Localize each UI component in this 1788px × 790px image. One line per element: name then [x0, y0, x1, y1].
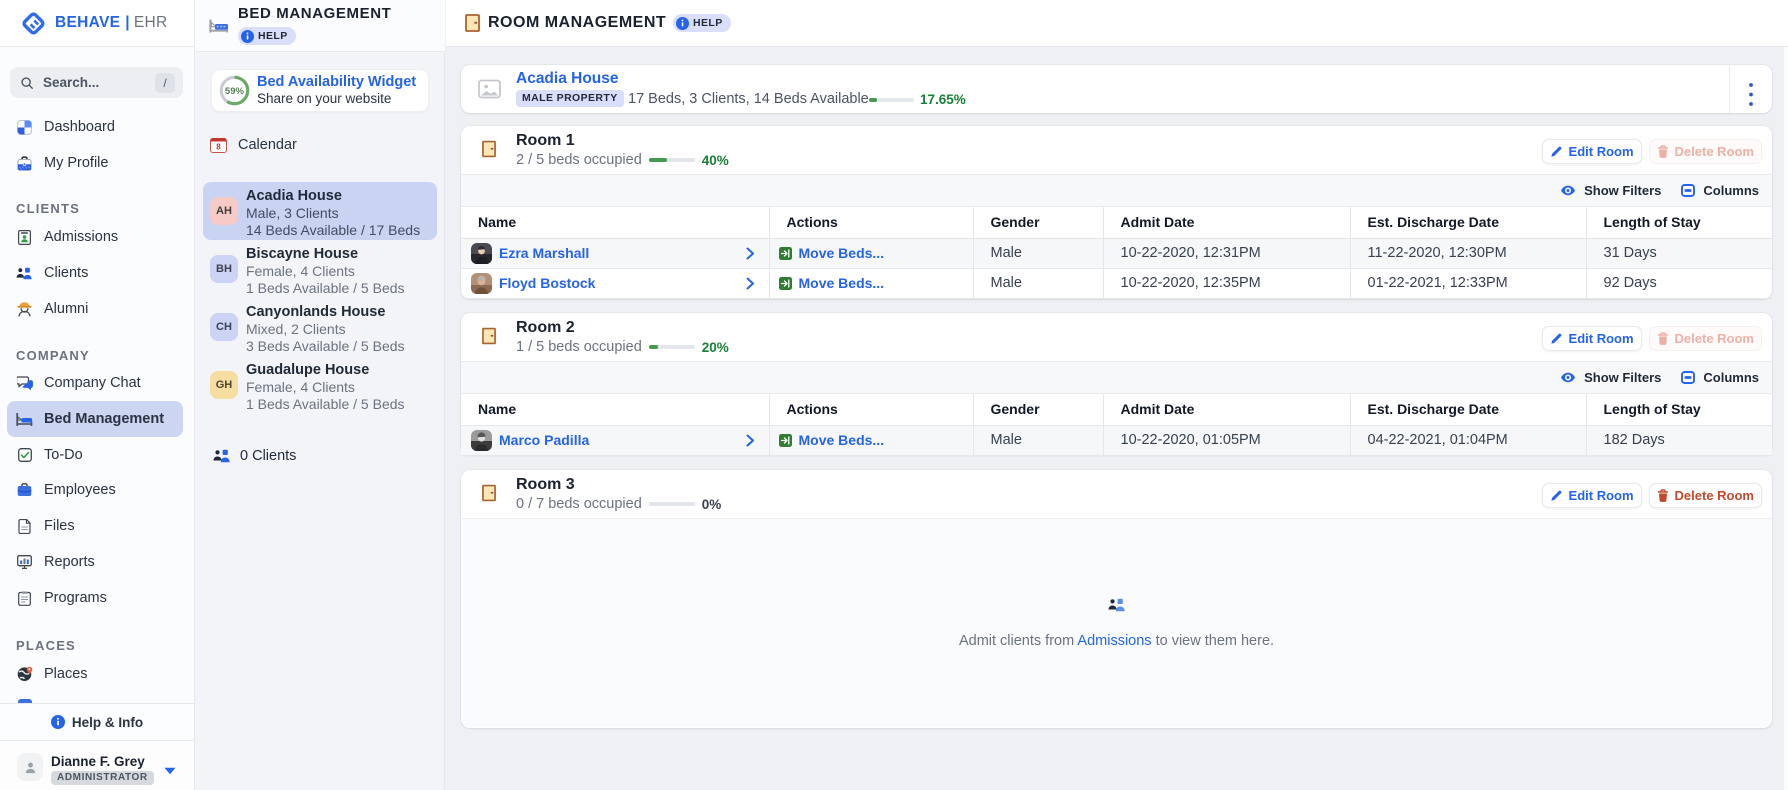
- svg-text:8: 8: [216, 143, 221, 152]
- svg-text:59%: 59%: [225, 86, 245, 97]
